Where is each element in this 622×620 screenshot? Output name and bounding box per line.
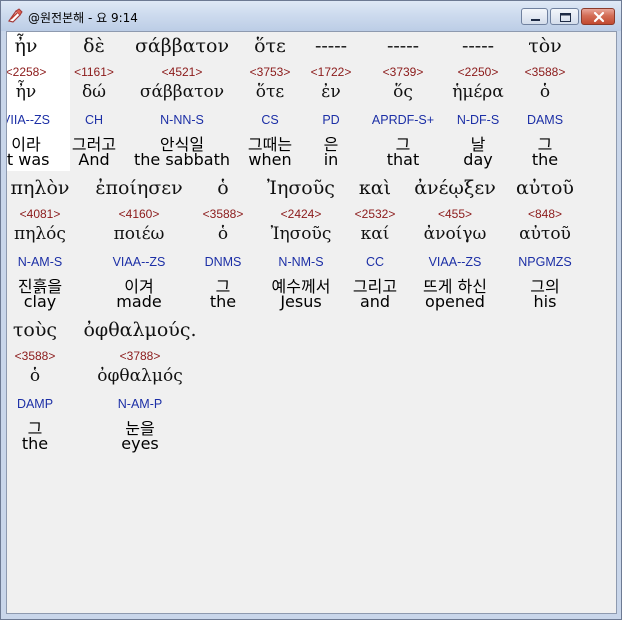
english-gloss: Jesus [280,292,322,311]
morphology-code: N-AM-S [17,255,63,269]
morphology-code: PD [322,113,340,127]
greek-word: ἦν [14,35,38,57]
morphology-code: DAMP [16,397,54,411]
lemma: πηλός [14,224,66,244]
greek-word: ὀφθαλμούς. [83,319,197,341]
english-gloss: opened [425,292,485,311]
lemma: ἐν [321,82,341,102]
strong-number: <2258> [6,65,47,79]
lemma: Ἰησοῦς [270,224,332,244]
greek-word: ----- [314,35,348,57]
strong-number: <3739> [382,65,424,79]
morphology-code: CH [84,113,104,127]
lemma: ὁ [217,224,229,244]
greek-word: πηλὸν [10,177,70,199]
greek-word: τοὺς [12,319,58,341]
english-gloss: the [531,150,559,169]
greek-word: σάββατον [134,35,230,57]
strong-number: <3588> [202,207,244,221]
lemma: καί [360,224,390,244]
english-gloss: clay [23,292,57,311]
greek-word: τὸν [528,35,562,57]
greek-word: ἀνέῳξεν [414,177,496,199]
strong-number: <2250> [457,65,499,79]
strong-number: <3588> [524,65,566,79]
english-gloss: it was [6,150,50,169]
interlinear-panel[interactable]: ἦν <2258> ἦν VIIA--ZS 이라 it was δὲ <1161> δώ CH 그러… [6,31,617,614]
morphology-code: VIAA--ZS [112,255,166,269]
greek-word: Ἰησοῦς [267,177,335,199]
strong-number: <2532> [354,207,396,221]
english-gloss: in [323,150,339,169]
morphology-code: N-DF-S [456,113,500,127]
minimize-button[interactable] [521,8,548,25]
window-title: @원전본해 - 요 9:14 [28,11,138,25]
strong-number: <4160> [118,207,160,221]
greek-word: ὁ [217,177,229,199]
strong-number: <3588> [14,349,56,363]
morphology-code: DAMS [526,113,564,127]
strong-number: <1722> [310,65,352,79]
morphology-code: N-NN-S [160,113,204,127]
morphology-code: NPGMZS [518,255,572,269]
lemma: ὅς [393,82,413,102]
greek-word: αὐτοῦ [516,177,574,199]
lemma: ὅτε [255,82,285,102]
strong-number: <848> [527,207,563,221]
app-window: @원전본해 - 요 9:14 ἦν <2258> ἦν VIIA--ZS 이라 it wa… [0,0,622,620]
lemma: αὐτοῦ [519,224,571,244]
lemma: ἡμέρα [452,82,504,102]
minimize-icon [531,19,540,21]
lemma: δώ [81,82,107,102]
strong-number: <4521> [161,65,203,79]
english-gloss: that [386,150,420,169]
strong-number: <455> [437,207,473,221]
english-gloss: eyes [121,434,159,453]
strong-number: <4081> [19,207,61,221]
english-gloss: his [533,292,557,311]
close-icon [593,11,605,23]
morphology-code: N-AM-P [117,397,163,411]
lemma: ἀνοίγω [423,224,487,244]
english-gloss: when [248,150,292,169]
morphology-code: APRDF-S+ [371,113,435,127]
lemma: σάββατον [139,82,225,102]
greek-word: ----- [386,35,420,57]
maximize-icon [560,13,571,22]
strong-number: <2424> [280,207,322,221]
english-gloss: the [21,434,49,453]
greek-word: ἐποίησεν [95,177,183,199]
english-gloss: made [116,292,162,311]
morphology-code: CC [365,255,385,269]
lemma: ὁ [29,366,41,386]
strong-number: <3753> [249,65,291,79]
english-gloss: the [209,292,237,311]
greek-word: ὅτε [254,35,286,57]
lemma: ὀφθαλμός [97,366,183,386]
english-gloss: And [78,150,110,169]
morphology-code: VIAA--ZS [428,255,482,269]
lemma: ὁ [539,82,551,102]
maximize-button[interactable] [550,8,579,25]
greek-word: ----- [461,35,495,57]
strong-number: <3788> [119,349,161,363]
greek-word: καὶ [358,177,392,199]
morphology-code: N-NM-S [278,255,324,269]
strong-number: <1161> [74,65,114,79]
morphology-code: CS [261,113,279,127]
english-gloss: and [359,292,391,311]
lemma: ποιέω [113,224,165,244]
lemma: ἦν [15,82,37,102]
morphology-code: VIIA--ZS [6,113,50,127]
bible-app-icon[interactable] [7,8,23,24]
morphology-code: DNMS [204,255,242,269]
title-bar[interactable]: @원전본해 - 요 9:14 [1,1,621,31]
greek-word: δὲ [83,35,105,57]
english-gloss: the sabbath [133,150,230,169]
english-gloss: day [463,150,493,169]
close-button[interactable] [581,8,615,25]
